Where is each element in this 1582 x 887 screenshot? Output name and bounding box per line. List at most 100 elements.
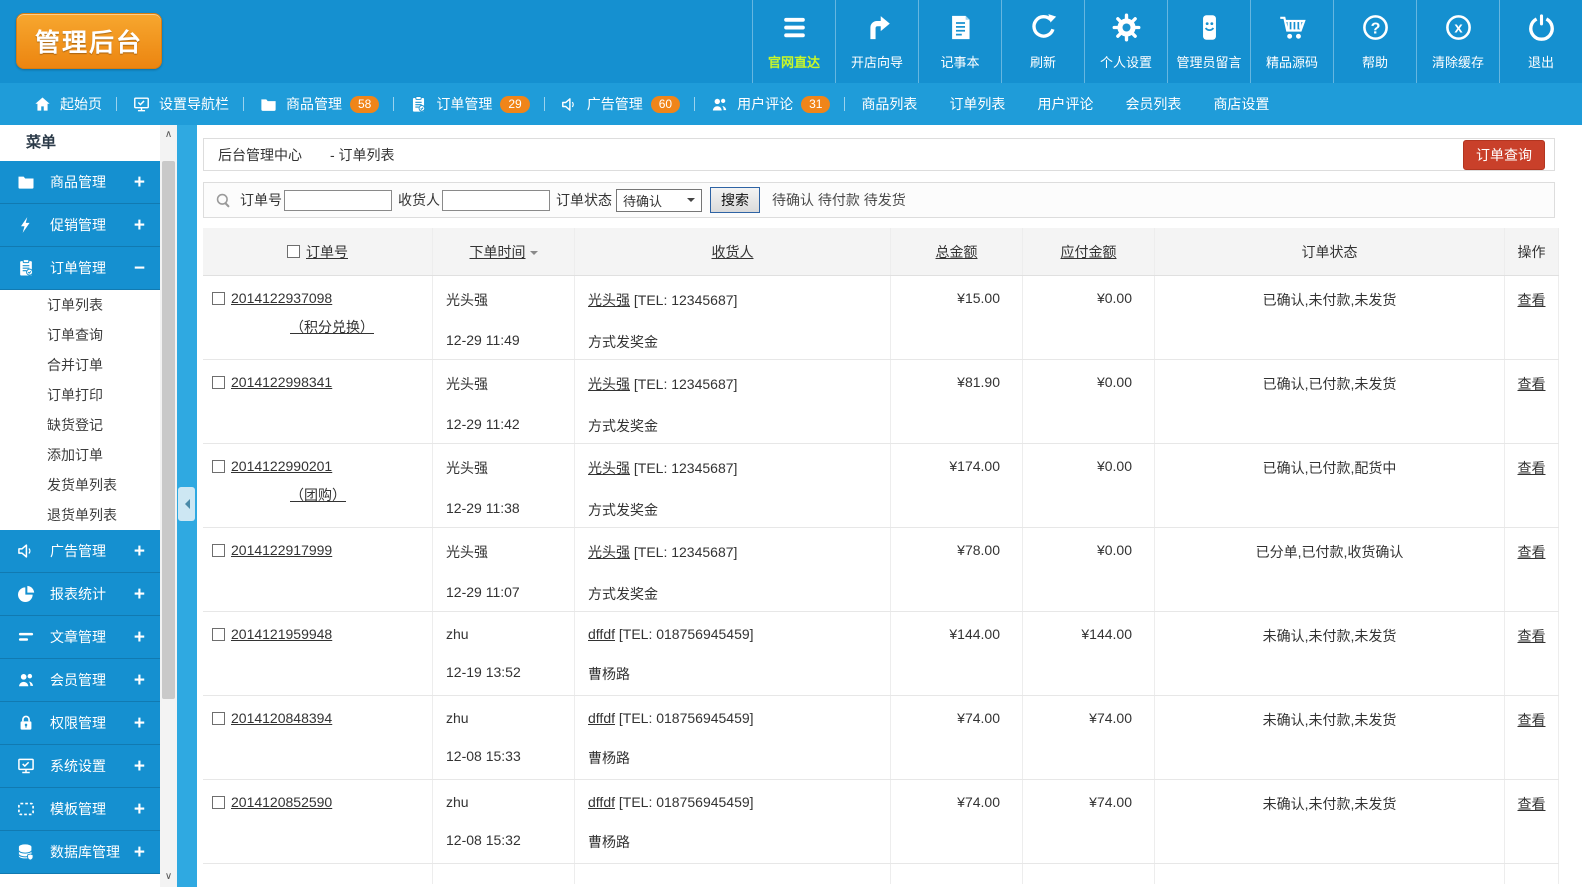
expand-plus-icon[interactable]: + xyxy=(134,757,145,776)
consignee-link[interactable]: 光头强 xyxy=(588,292,630,308)
consignee-input[interactable] xyxy=(442,189,550,211)
topbar-item-notepad[interactable]: 记事本 xyxy=(918,0,1001,83)
view-link[interactable]: 查看 xyxy=(1518,712,1546,728)
order-no-link[interactable]: 2014122937098 xyxy=(231,290,332,306)
view-link[interactable]: 查看 xyxy=(1518,796,1546,812)
topbar-item-refresh[interactable]: 刷新 xyxy=(1001,0,1084,83)
row-checkbox[interactable] xyxy=(212,460,225,473)
sidebar-item-report-stats[interactable]: 报表统计 + xyxy=(0,573,160,616)
header-operation: 操作 xyxy=(1505,228,1559,275)
sidebar-sub-stockout-register[interactable]: 缺货登记 xyxy=(0,410,160,440)
expand-plus-icon[interactable]: + xyxy=(134,542,145,561)
nav-link-user-comments[interactable]: 用户评论 xyxy=(1021,94,1109,114)
sidebar-sub-order-query[interactable]: 订单查询 xyxy=(0,320,160,350)
nav-home[interactable]: 起始页 xyxy=(18,94,117,114)
brand-logo[interactable]: 管理后台 xyxy=(16,13,162,69)
view-link[interactable]: 查看 xyxy=(1518,292,1546,308)
expand-plus-icon[interactable]: + xyxy=(134,216,145,235)
nav-link-member-list[interactable]: 会员列表 xyxy=(1109,94,1197,114)
topbar-item-admin-messages[interactable]: 管理员留言 xyxy=(1167,0,1250,83)
consignee-link[interactable]: 光头强 xyxy=(588,376,630,392)
row-checkbox[interactable] xyxy=(212,796,225,809)
operation-cell: 查看 xyxy=(1505,360,1559,443)
expand-plus-icon[interactable]: + xyxy=(134,714,145,733)
consignee-link[interactable]: 光头强 xyxy=(588,544,630,560)
order-no-link[interactable]: 2014120848394 xyxy=(231,710,332,726)
sidebar-scrollbar[interactable]: ∧ ∨ xyxy=(160,125,177,887)
nav-link-order-list[interactable]: 订单列表 xyxy=(933,94,1021,114)
nav-link-goods-list[interactable]: 商品列表 xyxy=(845,94,933,114)
search-button[interactable]: 搜索 xyxy=(710,187,760,213)
consignee-link[interactable]: dffdf xyxy=(588,710,615,726)
sidebar-item-ad-manage[interactable]: 广告管理 + xyxy=(0,530,160,573)
order-no-link[interactable]: 2014120852590 xyxy=(231,794,332,810)
view-link[interactable]: 查看 xyxy=(1518,376,1546,392)
consignee-cell: dffdf [TEL: 018756945459] 曹杨路 xyxy=(575,696,891,779)
nav-order-manage[interactable]: 订单管理 29 xyxy=(394,94,544,114)
row-checkbox[interactable] xyxy=(212,628,225,641)
topbar-item-personal-settings[interactable]: 个人设置 xyxy=(1084,0,1167,83)
sidebar-item-order-manage[interactable]: 订单管理 − xyxy=(0,247,160,290)
topbar-item-help[interactable]: 帮助 xyxy=(1333,0,1416,83)
view-link[interactable]: 查看 xyxy=(1518,628,1546,644)
sidebar-item-permission-manage[interactable]: 权限管理 + xyxy=(0,702,160,745)
order-no-link[interactable]: 2014122990201 xyxy=(231,458,332,474)
menu-icon xyxy=(779,12,810,43)
expand-plus-icon[interactable]: + xyxy=(134,585,145,604)
sidebar-collapse-handle[interactable] xyxy=(178,487,195,521)
order-no-link[interactable]: 2014122998341 xyxy=(231,374,332,390)
scroll-up-arrow[interactable]: ∧ xyxy=(160,127,177,143)
nav-link-shop-settings[interactable]: 商店设置 xyxy=(1197,94,1285,114)
select-all-checkbox[interactable] xyxy=(287,245,300,258)
consignee-link[interactable]: dffdf xyxy=(588,794,615,810)
sidebar-sub-add-order[interactable]: 添加订单 xyxy=(0,440,160,470)
order-no-link[interactable]: 2014121959948 xyxy=(231,626,332,642)
order-no-input[interactable] xyxy=(284,189,392,211)
topbar-item-clear-cache[interactable]: 清除缓存 xyxy=(1416,0,1499,83)
row-checkbox[interactable] xyxy=(212,544,225,557)
row-checkbox[interactable] xyxy=(212,712,225,725)
collapse-minus-icon[interactable]: − xyxy=(134,259,145,278)
expand-plus-icon[interactable]: + xyxy=(134,671,145,690)
sidebar-sub-order-list[interactable]: 订单列表 xyxy=(0,290,160,320)
sidebar-item-goods-manage[interactable]: 商品管理 + xyxy=(0,161,160,204)
expand-plus-icon[interactable]: + xyxy=(134,800,145,819)
row-checkbox[interactable] xyxy=(212,376,225,389)
order-no-link[interactable]: 2014122917999 xyxy=(231,542,332,558)
consignee-link[interactable]: 光头强 xyxy=(588,460,630,476)
sidebar-sub-shipping-list[interactable]: 发货单列表 xyxy=(0,470,160,500)
order-time: 12-08 15:32 xyxy=(446,832,521,848)
refresh-icon xyxy=(1028,12,1059,43)
sidebar-sub-order-print[interactable]: 订单打印 xyxy=(0,380,160,410)
view-link[interactable]: 查看 xyxy=(1518,460,1546,476)
sidebar-item-member-manage[interactable]: 会员管理 + xyxy=(0,659,160,702)
expand-plus-icon[interactable]: + xyxy=(134,173,145,192)
sidebar-sub-return-list[interactable]: 退货单列表 xyxy=(0,500,160,530)
sidebar-item-system-settings[interactable]: 系统设置 + xyxy=(0,745,160,788)
order-status-select[interactable]: 待确认 xyxy=(616,188,702,212)
speaker-icon xyxy=(16,541,36,561)
sidebar-item-template-manage[interactable]: 模板管理 + xyxy=(0,788,160,831)
scrollbar-thumb[interactable] xyxy=(162,161,175,699)
topbar-item-premium-source[interactable]: 精品源码 xyxy=(1250,0,1333,83)
expand-plus-icon[interactable]: + xyxy=(134,843,145,862)
nav-ad-manage[interactable]: 广告管理 60 xyxy=(545,94,695,114)
clipboard-icon xyxy=(409,95,428,114)
sidebar-sub-merge-orders[interactable]: 合并订单 xyxy=(0,350,160,380)
row-checkbox[interactable] xyxy=(212,292,225,305)
view-link[interactable]: 查看 xyxy=(1518,544,1546,560)
topbar-item-official-site[interactable]: 官网直达 xyxy=(752,0,835,83)
sidebar-item-promo-manage[interactable]: 促销管理 + xyxy=(0,204,160,247)
order-status-cell: 未确认,未付款,未发货 xyxy=(1155,780,1505,863)
sidebar-item-article-manage[interactable]: 文章管理 + xyxy=(0,616,160,659)
sidebar-item-database-manage[interactable]: 数据库管理 + xyxy=(0,831,160,874)
expand-plus-icon[interactable]: + xyxy=(134,628,145,647)
scroll-down-arrow[interactable]: ∨ xyxy=(160,869,177,885)
nav-goods-manage[interactable]: 商品管理 58 xyxy=(244,94,394,114)
order-query-button[interactable]: 订单查询 xyxy=(1463,139,1545,170)
nav-user-comments[interactable]: 用户评论 31 xyxy=(695,94,845,114)
nav-setup-navbar[interactable]: 设置导航栏 xyxy=(117,94,244,114)
consignee-link[interactable]: dffdf xyxy=(588,626,615,642)
topbar-item-shop-wizard[interactable]: 开店向导 xyxy=(835,0,918,83)
topbar-item-logout[interactable]: 退出 xyxy=(1499,0,1582,83)
